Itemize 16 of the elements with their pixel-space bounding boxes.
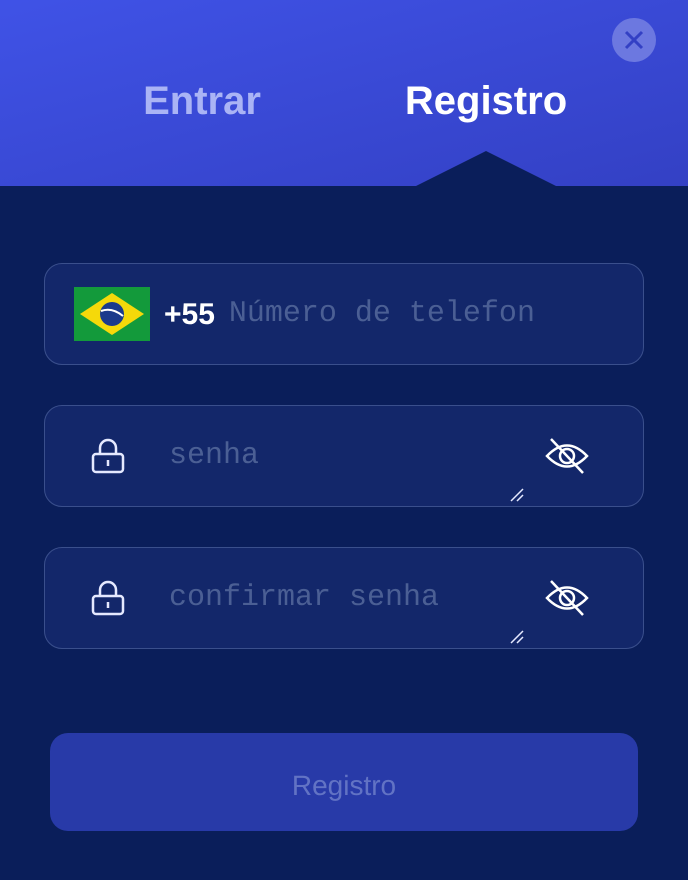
password-input[interactable]: confirmar senha	[169, 576, 509, 620]
tab[interactable]: Registro	[404, 76, 568, 126]
lock-icon	[91, 580, 125, 616]
resize-grip-icon[interactable]	[510, 630, 524, 644]
country-code[interactable]: +55	[164, 292, 215, 336]
phone-input[interactable]: Número de telefon	[228, 292, 609, 336]
phone-field[interactable]: +55 Número de telefon	[44, 263, 644, 365]
resize-grip-icon[interactable]	[510, 488, 524, 502]
close-icon	[624, 30, 644, 50]
lock-icon	[91, 438, 125, 474]
brazil-flag-icon	[74, 287, 150, 341]
eye-off-icon[interactable]	[545, 579, 589, 617]
password-field[interactable]: confirmar senha	[44, 547, 644, 649]
password-input[interactable]: senha	[169, 434, 509, 478]
password-field[interactable]: senha	[44, 405, 644, 507]
eye-off-icon[interactable]	[545, 437, 589, 475]
